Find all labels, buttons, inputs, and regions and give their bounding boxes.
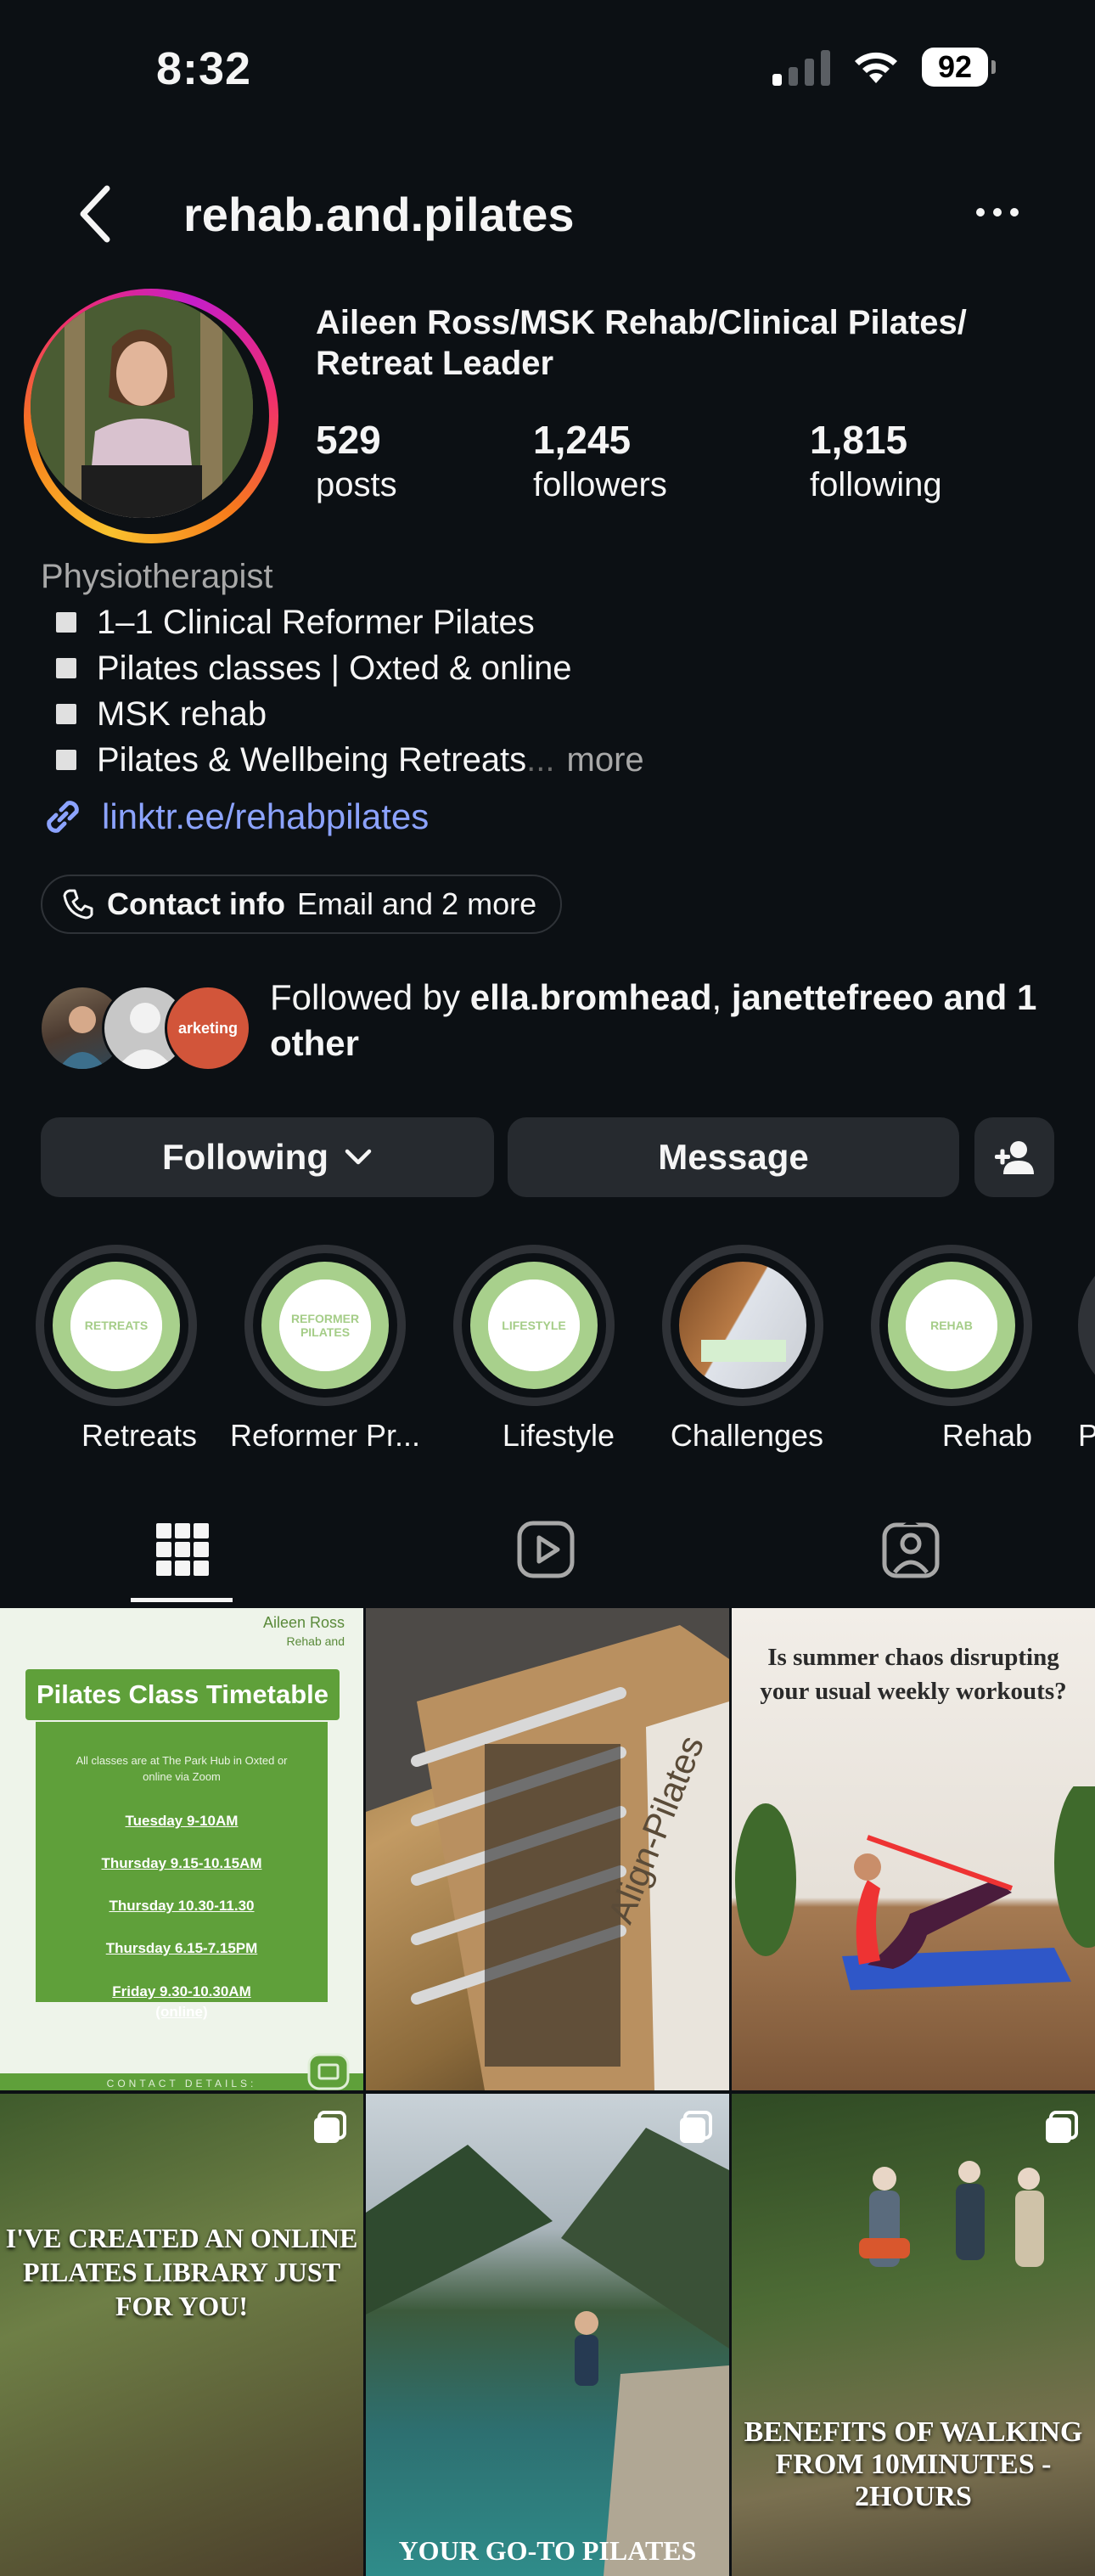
highlight-label: Reformer Pr... [229, 1418, 421, 1453]
timetable-slot: Thursday 10.30-11.30 [109, 1898, 255, 1914]
add-person-icon [995, 1141, 1034, 1174]
stat-following[interactable]: 1,815 following [810, 416, 942, 506]
highlight-reformer[interactable]: REFORMER PILATES Reformer Pr... [230, 1245, 420, 1454]
timetable-slot: Tuesday 9-10AM [125, 1813, 239, 1829]
highlight-label: Rehab [941, 1418, 1032, 1453]
bullet-icon [56, 704, 76, 724]
stat-label: followers [533, 466, 667, 503]
carousel-icon [1046, 2111, 1078, 2143]
timetable-slot: Thursday 9.15-10.15AM [101, 1855, 262, 1871]
profile-handle: rehab.and.pilates [183, 188, 575, 241]
bio-line: Pilates classes | Oxted & online [41, 645, 1059, 691]
grid-icon[interactable] [153, 1520, 212, 1579]
lake-image [366, 2128, 729, 2576]
highlight-label: Retreats [81, 1418, 197, 1453]
profile-category: Physiotherapist [41, 558, 273, 595]
cellular-signal-icon [772, 48, 830, 86]
stat-label: following [810, 466, 942, 503]
bio-ellipsis: ... [526, 741, 555, 779]
post-tile-library[interactable]: I'VE CREATED AN ONLINE PILATES LIBRARY J… [0, 2094, 363, 2576]
bio-line: Pilates & Wellbeing Retreats... more [41, 737, 1059, 783]
post-tile-reformer[interactable]: Align-Pilates [366, 1608, 729, 2090]
mutual-followers-avatars[interactable]: arketing [39, 985, 251, 1071]
bio-more-link[interactable]: more [567, 737, 644, 783]
back-icon[interactable] [68, 180, 127, 248]
contact-info-title: Contact info [107, 886, 285, 921]
status-time: 8:32 [156, 43, 252, 94]
bullet-icon [56, 750, 76, 770]
carousel-icon [314, 2111, 346, 2143]
highlight-photo [679, 1262, 806, 1389]
contact-info-detail: Email and 2 more [296, 886, 537, 921]
reformer-springs-image [366, 1608, 729, 2090]
mutual-follower-name[interactable]: janettefreeo [732, 977, 934, 1017]
post-tile-timetable[interactable]: Aileen Ross Rehab and Pilates Class Time… [0, 1608, 363, 2090]
brand-name: Aileen Ross [262, 1614, 345, 1631]
battery-icon: 92 [922, 48, 996, 87]
follower-avatar: arketing [165, 985, 251, 1071]
bullet-icon [56, 612, 76, 633]
highlight-lifestyle[interactable]: LIFESTYLE Lifestyle [453, 1245, 615, 1454]
wifi-icon [855, 52, 897, 83]
stat-label: posts [316, 466, 397, 503]
timetable-slots: Tuesday 9-10AM Thursday 9.15-10.15AM Thu… [36, 1800, 328, 2022]
highlight-badge: RETREATS [70, 1280, 162, 1371]
bullet-icon [56, 658, 76, 678]
summer-post-text: Is summer chaos disrupting your usual we… [760, 1644, 1067, 1705]
timetable-slot: Friday 9.30-10.30AM (online) [112, 1983, 251, 2020]
chevron-down-icon [345, 1149, 372, 1165]
lake-post-text: YOUR GO-TO PILATES [398, 2535, 697, 2566]
tagged-icon[interactable] [881, 1520, 941, 1579]
reels-icon[interactable] [516, 1520, 576, 1579]
display-name: Aileen Ross/MSK Rehab/Clinical Pilates/ … [316, 304, 967, 382]
timetable-slot: Thursday 6.15-7.15PM [105, 1940, 258, 1956]
timetable-intro: All classes are at The Park Hub in Oxted… [76, 1754, 288, 1783]
follower-avatar-text: arketing [177, 1019, 239, 1037]
followed-by-text[interactable]: Followed by ella.bromhead, janettefreeo … [270, 975, 1068, 1066]
carousel-icon [680, 2111, 712, 2143]
post-tile-lake[interactable]: YOUR GO-TO PILATES [366, 2094, 729, 2576]
brand-subtitle: Rehab and [286, 1634, 345, 1648]
active-tab-indicator [131, 1598, 233, 1602]
more-options-icon[interactable] [974, 195, 1020, 229]
contact-info-button[interactable]: Contact info Email and 2 more [41, 875, 563, 934]
highlight-rehab[interactable]: REHAB Rehab [871, 1245, 1032, 1454]
status-indicators: 92 [772, 48, 996, 87]
profile-link-text: linktr.ee/rehabpilates [102, 796, 430, 836]
stat-value: 1,815 [810, 418, 908, 462]
bio-line: 1–1 Clinical Reformer Pilates [41, 599, 1059, 645]
suggested-people-button[interactable] [974, 1117, 1054, 1197]
highlight-challenges[interactable]: Challenges [662, 1245, 823, 1454]
stat-value: 1,245 [533, 418, 632, 462]
highlight-partial[interactable]: Pi [1078, 1245, 1095, 1482]
profile-avatar[interactable] [24, 289, 278, 543]
walking-post-text: BENEFITS OF WALKING FROM 10MINUTES - 2HO… [744, 2416, 1083, 2512]
avatar-photo [31, 295, 253, 518]
post-tile-summer[interactable]: Is summer chaos disrupting your usual we… [732, 1608, 1095, 2090]
bio-line: MSK rehab [41, 691, 1059, 737]
pilates-band-image [735, 1786, 1095, 1990]
post-tile-walking[interactable]: BENEFITS OF WALKING FROM 10MINUTES - 2HO… [732, 2094, 1095, 2576]
stat-followers[interactable]: 1,245 followers [533, 416, 667, 506]
link-icon [47, 801, 79, 833]
highlight-label: Lifestyle [502, 1418, 615, 1453]
profile-bio: Physiotherapist 1–1 Clinical Reformer Pi… [41, 554, 1059, 783]
highlight-label: Challenges [670, 1418, 823, 1453]
mutual-follower-name[interactable]: ella.bromhead [470, 977, 712, 1017]
timetable-title: Pilates Class Timetable [25, 1669, 340, 1720]
message-button[interactable]: Message [508, 1117, 959, 1197]
highlight-retreats[interactable]: RETREATS Retreats [36, 1245, 197, 1454]
highlight-badge: REHAB [906, 1280, 997, 1371]
highlight-badge: REFORMER PILATES [279, 1280, 371, 1371]
phone-icon [63, 889, 93, 920]
stat-posts[interactable]: 529 posts [316, 416, 397, 506]
highlight-badge: LIFESTYLE [488, 1280, 580, 1371]
scan-icon [307, 2053, 350, 2090]
following-label: Following [162, 1137, 328, 1177]
highlight-label: Pi [1078, 1418, 1095, 1453]
profile-link[interactable]: linktr.ee/rehabpilates [41, 795, 429, 839]
following-button[interactable]: Following [41, 1117, 494, 1197]
stat-value: 529 [316, 418, 381, 462]
library-post-text: I'VE CREATED AN ONLINE PILATES LIBRARY J… [5, 2223, 358, 2321]
